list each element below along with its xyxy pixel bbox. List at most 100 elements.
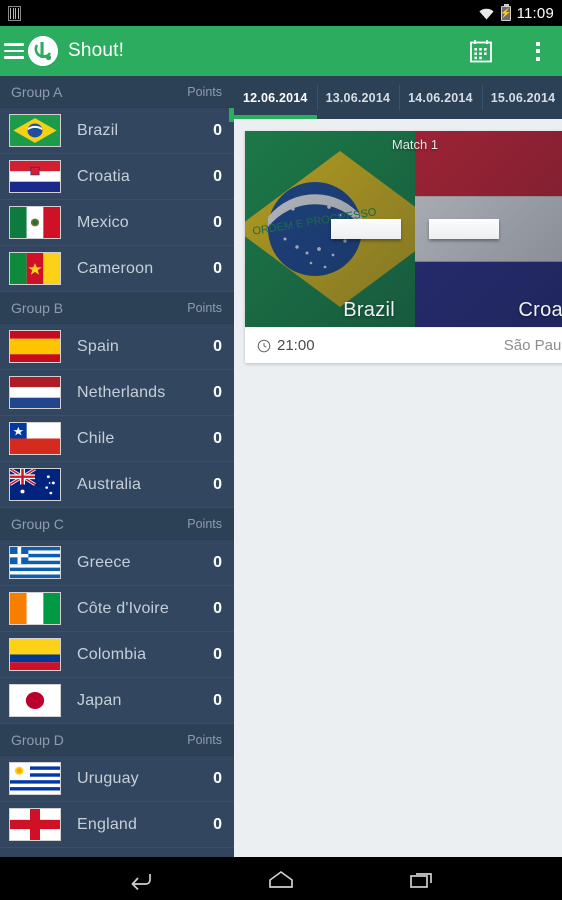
points-column-label: Points xyxy=(187,300,222,315)
match-label: Match 1 xyxy=(391,137,439,152)
sidebar-standings[interactable]: Group A Points Brazil 0 Croatia 0 Mexico 0 Camer… xyxy=(0,76,234,857)
team-name: Netherlands xyxy=(77,383,166,401)
team-name: Uruguay xyxy=(77,769,139,787)
date-tab[interactable]: 15.06.2014 xyxy=(481,76,562,119)
date-tab[interactable]: 14.06.2014 xyxy=(399,76,482,119)
android-nav-bar xyxy=(0,857,562,900)
wifi-icon xyxy=(478,7,495,20)
team-points: 0 xyxy=(213,599,222,617)
match-card[interactable]: ORDEM E PROGRESSO Brazil Croatia xyxy=(245,131,562,363)
group-header: Group D Points xyxy=(0,724,234,756)
home-team-name: Brazil xyxy=(343,299,395,321)
team-points: 0 xyxy=(213,815,222,833)
battery-charging-icon: ⚡ xyxy=(500,3,511,21)
team-name: Côte d'Ivoire xyxy=(77,599,169,617)
team-row[interactable]: Brazil 0 xyxy=(0,108,234,154)
group-title: Group A xyxy=(11,83,63,100)
points-column-label: Points xyxy=(187,84,222,99)
home-icon[interactable] xyxy=(263,864,299,894)
team-name: Mexico xyxy=(77,213,129,231)
mexico-flag xyxy=(9,206,61,239)
group-header: Group C Points xyxy=(0,508,234,540)
overflow-menu-icon[interactable] xyxy=(528,39,548,63)
app-bar: Shout! xyxy=(0,26,562,76)
team-row[interactable]: Chile 0 xyxy=(0,416,234,462)
spain-flag xyxy=(9,330,61,363)
team-row[interactable]: Australia 0 xyxy=(0,462,234,508)
team-points: 0 xyxy=(213,121,222,139)
recent-apps-icon[interactable] xyxy=(404,864,440,894)
ivory-coast-flag xyxy=(9,592,61,625)
england-flag xyxy=(9,808,61,841)
team-row[interactable]: Cameroon 0 xyxy=(0,246,234,292)
team-row[interactable]: Spain 0 xyxy=(0,324,234,370)
away-team-name: Croatia xyxy=(518,299,562,321)
match-time-group: 21:00 xyxy=(257,337,315,354)
date-tab-strip[interactable]: 12.06.2014 13.06.2014 14.06.2014 15.06.2014… xyxy=(234,76,562,119)
team-points: 0 xyxy=(213,429,222,447)
netherlands-flag xyxy=(9,376,61,409)
match-time: 21:00 xyxy=(277,337,315,354)
team-name: Japan xyxy=(77,691,122,709)
chile-flag xyxy=(9,422,61,455)
team-name: Australia xyxy=(77,475,142,493)
team-points: 0 xyxy=(213,167,222,185)
status-bar-right: ⚡ 11:09 xyxy=(478,3,554,22)
uruguay-flag xyxy=(9,762,61,795)
team-row[interactable]: Netherlands 0 xyxy=(0,370,234,416)
group-title: Group D xyxy=(11,731,64,748)
team-points: 0 xyxy=(213,475,222,493)
match-card-flags: ORDEM E PROGRESSO Brazil Croatia xyxy=(245,131,562,327)
match-venue: São Paulo xyxy=(503,337,562,354)
points-column-label: Points xyxy=(187,516,222,531)
greece-flag xyxy=(9,546,61,579)
team-row[interactable]: Uruguay 0 xyxy=(0,756,234,802)
team-points: 0 xyxy=(213,691,222,709)
croatia-flag xyxy=(9,160,61,193)
team-row[interactable]: England 0 xyxy=(0,802,234,848)
date-tab[interactable]: 12.06.2014 xyxy=(234,76,317,119)
team-name: Spain xyxy=(77,337,119,355)
team-name: Brazil xyxy=(77,121,119,139)
group-header: Group A Points xyxy=(0,76,234,108)
points-column-label: Points xyxy=(187,732,222,747)
team-row[interactable]: Colombia 0 xyxy=(0,632,234,678)
team-points: 0 xyxy=(213,259,222,277)
group-title: Group C xyxy=(11,515,64,532)
colombia-flag xyxy=(9,638,61,671)
team-row[interactable]: Japan 0 xyxy=(0,678,234,724)
team-points: 0 xyxy=(213,383,222,401)
cameroon-flag xyxy=(9,252,61,285)
team-points: 0 xyxy=(213,213,222,231)
team-row[interactable]: Mexico 0 xyxy=(0,200,234,246)
team-row[interactable]: Côte d'Ivoire 0 xyxy=(0,586,234,632)
match-home-half: ORDEM E PROGRESSO Brazil xyxy=(245,131,415,327)
group-header: Group B Points xyxy=(0,292,234,324)
team-points: 0 xyxy=(213,769,222,787)
match-away-half: Croatia xyxy=(415,131,562,327)
calendar-icon[interactable] xyxy=(468,38,494,64)
team-row[interactable]: Greece 0 xyxy=(0,540,234,586)
back-arrow-icon[interactable] xyxy=(122,864,158,894)
japan-flag xyxy=(9,684,61,717)
team-points: 0 xyxy=(213,645,222,663)
away-score-plate xyxy=(429,219,499,239)
brazil-flag xyxy=(9,114,61,147)
main-content: 12.06.2014 13.06.2014 14.06.2014 15.06.2014… xyxy=(234,76,562,857)
team-row[interactable]: Croatia 0 xyxy=(0,154,234,200)
australia-flag xyxy=(9,468,61,501)
clock-icon xyxy=(257,339,271,353)
team-points: 0 xyxy=(213,553,222,571)
group-title: Group B xyxy=(11,299,64,316)
match-card-footer: 21:00 São Paulo xyxy=(245,327,562,363)
status-bar: ⚡ 11:09 xyxy=(0,0,562,26)
team-name: Cameroon xyxy=(77,259,154,277)
team-points: 0 xyxy=(213,337,222,355)
date-tab[interactable]: 13.06.2014 xyxy=(316,76,400,119)
sim-card-icon xyxy=(8,5,21,21)
sidebar-group-list: Group A Points Brazil 0 Croatia 0 Mexico 0 Camer… xyxy=(0,76,234,848)
hamburger-menu-icon[interactable] xyxy=(4,40,26,62)
team-name: England xyxy=(77,815,138,833)
status-bar-clock: 11:09 xyxy=(516,4,554,22)
status-bar-left xyxy=(8,5,21,21)
